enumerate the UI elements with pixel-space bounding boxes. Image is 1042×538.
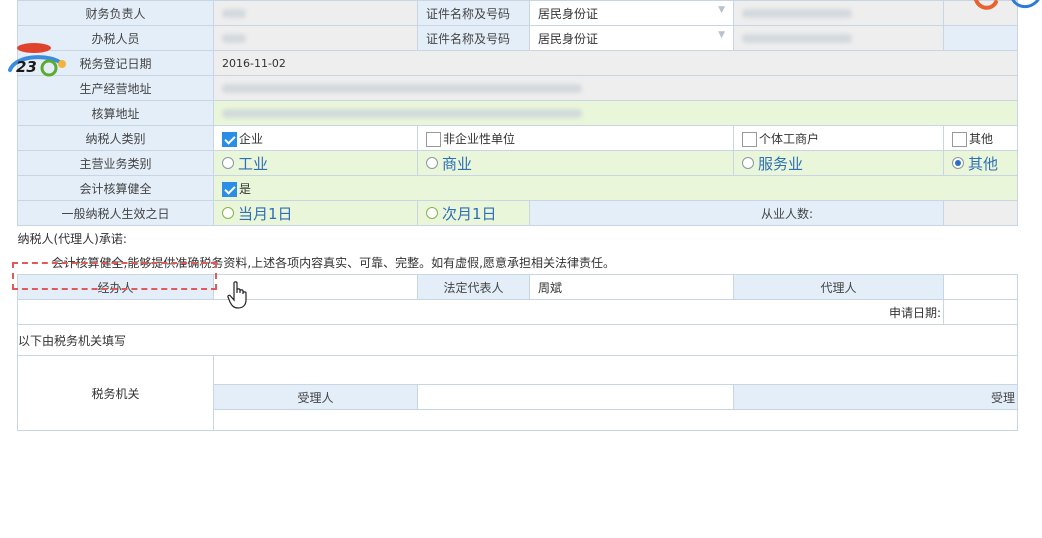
row-business-address: 生产经营地址 <box>17 75 1018 101</box>
effective-date-next-month[interactable]: 次月1日 <box>417 200 530 226</box>
financial-officer-id-type[interactable]: 居民身份证 ▼ <box>529 0 734 26</box>
declaration-heading: 纳税人(代理人)承诺: <box>17 231 127 246</box>
radio-icon[interactable] <box>426 157 438 169</box>
legal-rep-value[interactable]: 周斌 <box>529 274 734 300</box>
site-logo-icon: 23 <box>8 43 66 77</box>
main-business-other[interactable]: 其他 <box>943 150 1018 176</box>
checkbox-icon[interactable] <box>426 131 441 147</box>
tax-section-heading: 以下由税务机关填写 <box>17 324 1018 356</box>
legal-rep-label: 法定代表人 <box>417 274 530 300</box>
row-taxpayer-type: 纳税人类别 企业 非企业性单位 个体工商户 其他 <box>17 125 1018 151</box>
registration-form: 财务负责人 证件名称及号码 居民身份证 ▼ 办税人员 证件名称及号码 居民身份证 ▼… <box>17 0 1018 431</box>
row-accounting-address: 核算地址 <box>17 100 1018 126</box>
row-declaration-text: 会计核算健全,能够提供准确税务资料,上述各项内容真实、可靠、完整。如有虚假,愿意… <box>18 250 1018 275</box>
svg-text:23: 23 <box>16 58 37 76</box>
tax-handler-id-number[interactable] <box>733 25 944 51</box>
apply-date-input[interactable] <box>943 299 1018 325</box>
checkbox-checked-icon[interactable] <box>222 181 237 197</box>
apply-date-label: 申请日期: <box>17 299 944 325</box>
radio-icon[interactable] <box>742 157 754 169</box>
main-business-industry[interactable]: 工业 <box>213 150 418 176</box>
row-effective-date: 一般纳税人生效之日 当月1日 次月1日 从业人数: <box>17 200 1018 226</box>
financial-officer-name[interactable] <box>213 0 418 26</box>
row-registration-date: 税务登记日期 2016-11-02 <box>17 50 1018 76</box>
accounting-sound-yes[interactable]: 是 <box>213 175 1018 201</box>
taxpayer-type-label: 纳税人类别 <box>17 125 214 151</box>
row-financial-officer: 财务负责人 证件名称及号码 居民身份证 ▼ <box>17 0 1018 26</box>
chevron-down-icon: ▼ <box>718 4 725 15</box>
taxpayer-type-individual[interactable]: 个体工商户 <box>733 125 944 151</box>
effective-date-current-month[interactable]: 当月1日 <box>213 200 418 226</box>
corner-logo-icon <box>974 0 1040 10</box>
tax-handler-name[interactable] <box>213 25 418 51</box>
financial-officer-label: 财务负责人 <box>17 0 214 26</box>
radio-icon[interactable] <box>222 157 234 169</box>
row-accounting-sound: 会计核算健全 是 <box>17 175 1018 201</box>
checkbox-icon[interactable] <box>952 131 967 147</box>
checkbox-checked-icon[interactable] <box>222 131 237 147</box>
business-address-value[interactable] <box>213 75 1018 101</box>
financial-officer-id-label: 证件名称及号码 <box>417 0 530 26</box>
agent-input[interactable] <box>943 274 1018 300</box>
main-business-label: 主营业务类别 <box>17 150 214 176</box>
row-tax-section-heading: 以下由税务机关填写 <box>17 324 1018 356</box>
row-tax-handler: 办税人员 证件名称及号码 居民身份证 ▼ <box>17 25 1018 51</box>
employees-label: 从业人数: <box>529 200 944 226</box>
receiver-input[interactable] <box>417 384 734 410</box>
accounting-address-value[interactable] <box>213 100 1018 126</box>
effective-date-label: 一般纳税人生效之日 <box>17 200 214 226</box>
radio-icon[interactable] <box>222 207 234 219</box>
agent-label: 代理人 <box>733 274 944 300</box>
accounting-address-label: 核算地址 <box>17 100 214 126</box>
taxpayer-type-nonenterprise[interactable]: 非企业性单位 <box>417 125 734 151</box>
row-declaration-heading: 纳税人(代理人)承诺: <box>18 226 1018 251</box>
tax-authority-label: 税务机关 <box>17 355 214 431</box>
taxpayer-type-enterprise[interactable]: 企业 <box>213 125 418 151</box>
accounting-sound-label: 会计核算健全 <box>17 175 214 201</box>
checkbox-icon[interactable] <box>742 131 757 147</box>
tax-handler-id-type[interactable]: 居民身份证 ▼ <box>529 25 734 51</box>
row-apply-date: 申请日期: <box>17 299 1018 325</box>
radio-selected-icon[interactable] <box>952 157 964 169</box>
row-main-business: 主营业务类别 工业 商业 服务业 其他 <box>17 150 1018 176</box>
handler-label: 经办人 <box>17 274 214 300</box>
registration-date-value[interactable]: 2016-11-02 <box>213 50 1018 76</box>
main-business-service[interactable]: 服务业 <box>733 150 944 176</box>
taxpayer-type-other[interactable]: 其他 <box>943 125 1018 151</box>
radio-icon[interactable] <box>426 207 438 219</box>
employees-input[interactable] <box>943 200 1018 226</box>
tax-handler-id-label: 证件名称及号码 <box>417 25 530 51</box>
financial-officer-id-number[interactable] <box>733 0 944 26</box>
receiver-label: 受理人 <box>213 384 418 410</box>
declaration-text: 会计核算健全,能够提供准确税务资料,上述各项内容真实、可靠、完整。如有虚假,愿意… <box>51 255 615 270</box>
row-signers: 经办人 法定代表人 周斌 代理人 <box>17 274 1018 300</box>
main-business-commerce[interactable]: 商业 <box>417 150 734 176</box>
chevron-down-icon: ▼ <box>718 29 725 40</box>
hand-cursor-icon <box>227 281 247 309</box>
receiver-label-2: 受理 <box>733 384 1018 410</box>
